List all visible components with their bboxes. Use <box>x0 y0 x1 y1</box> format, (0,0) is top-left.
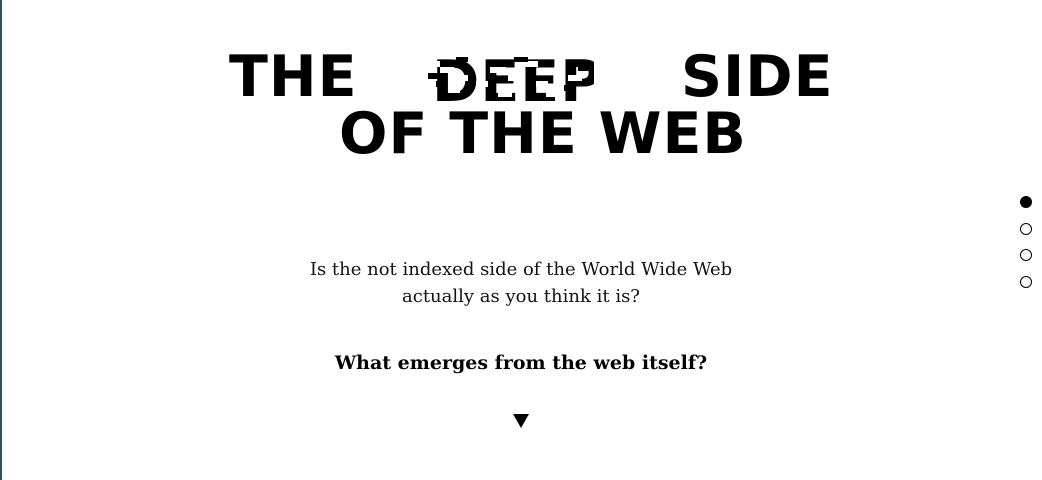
nav-dot-1[interactable] <box>1020 196 1032 208</box>
title-word-deep-glitch: DEEP <box>428 49 594 107</box>
triangle-down-icon[interactable] <box>512 412 530 430</box>
title-line-2-text: OF THE WEB <box>339 101 747 167</box>
subtitle: Is the not indexed side of the World Wid… <box>0 256 1042 310</box>
nav-dot-3[interactable] <box>1020 249 1032 261</box>
nav-dot-4[interactable] <box>1020 275 1032 288</box>
page-title: THE DEEP SIDE OF THE WEB <box>0 47 1042 167</box>
title-word-the: THE <box>229 44 358 110</box>
section-nav-dots <box>1020 196 1034 302</box>
question-heading: What emerges from the web itself? <box>334 352 708 374</box>
nav-dot-2[interactable] <box>1020 222 1032 235</box>
subtitle-line-2: actually as you think it is? <box>402 286 640 307</box>
title-line-1: THE DEEP SIDE <box>0 47 1042 107</box>
title-word-side: SIDE <box>681 44 834 110</box>
title-line-2: OF THE WEB <box>0 101 1042 167</box>
subtitle-line-1: Is the not indexed side of the World Wid… <box>309 259 733 280</box>
